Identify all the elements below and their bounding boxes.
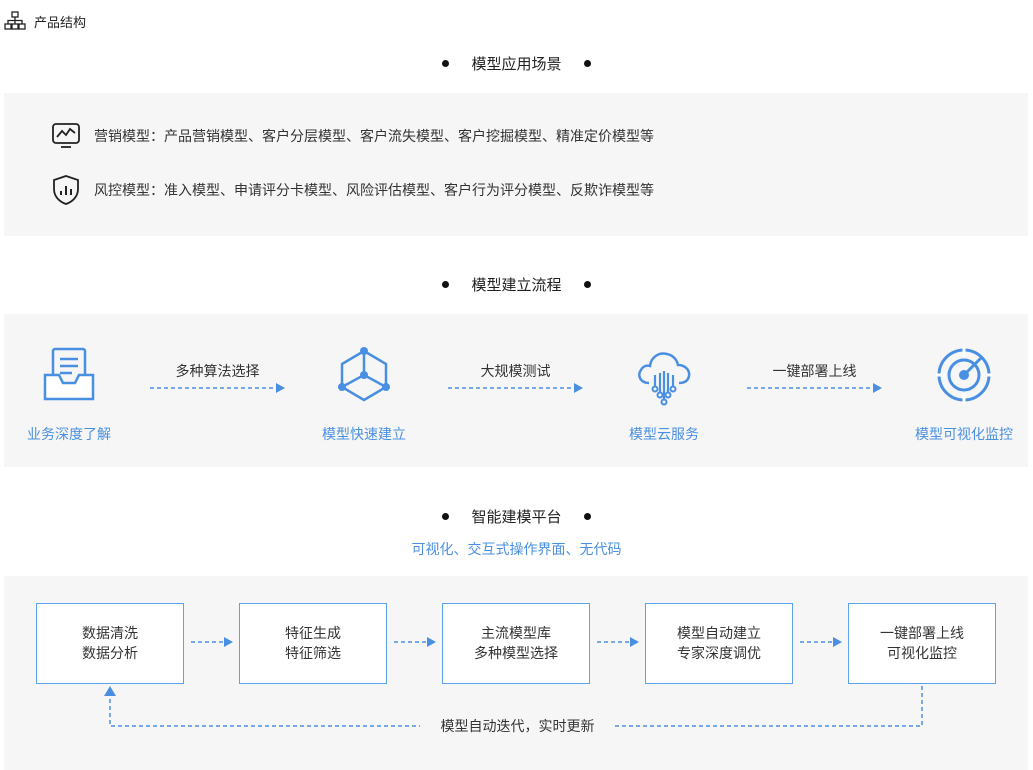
page-title: 产品结构 (34, 15, 87, 31)
platform-box-features: 特征生成 特征筛选 (239, 603, 387, 684)
box-line: 主流模型库 (481, 625, 551, 642)
bullet-dot (583, 281, 591, 288)
process-node-label: 模型可视化监控 (915, 427, 1013, 443)
box-line: 特征生成 (285, 625, 341, 642)
shield-chart-icon (50, 174, 82, 206)
box-line: 多种模型选择 (474, 645, 558, 662)
cloud-circuit-icon (638, 352, 691, 406)
box-line: 数据分析 (82, 645, 138, 662)
platform-box-deploy: 一键部署上线 可视化监控 (848, 603, 996, 684)
dashed-arrow-icon (448, 383, 583, 393)
process-arrow-label: 一键部署上线 (772, 364, 857, 380)
dashed-arrow-icon (597, 637, 639, 647)
scene-text: 风控模型：准入模型、申请评分卡模型、风险评估模型、客户行为评分模型、反欺诈模型等 (94, 183, 654, 199)
process-arrow-label: 大规模测试 (480, 364, 551, 380)
box-line: 模型自动建立 (677, 625, 761, 642)
process-node-business: 业务深度了解 (10, 345, 128, 445)
process-arrow-algorithms: 多种算法选择 (150, 361, 285, 393)
process-node-label: 模型云服务 (629, 427, 699, 443)
process-node-label: 业务深度了解 (27, 427, 111, 443)
scene-row-risk: 风控模型：准入模型、申请评分卡模型、风险评估模型、客户行为评分模型、反欺诈模型等 (50, 174, 654, 206)
page-header: 产品结构 (4, 10, 86, 32)
dashed-arrow-icon (150, 383, 285, 393)
scenes-panel (4, 93, 1028, 236)
process-arrow-label: 多种算法选择 (175, 364, 260, 380)
bullet-dot (583, 60, 591, 67)
process-node-build: 模型快速建立 (305, 345, 423, 445)
dashed-arrow-icon (191, 637, 233, 647)
inbox-document-icon (43, 347, 95, 401)
dashed-arrow-icon (800, 637, 842, 647)
process-arrow-testing: 大规模测试 (448, 361, 583, 393)
box-line: 一键部署上线 (880, 625, 964, 642)
box-line: 专家深度调优 (677, 645, 761, 662)
platform-box-tuning: 模型自动建立 专家深度调优 (645, 603, 793, 684)
chart-monitor-icon (50, 120, 82, 152)
process-node-label: 模型快速建立 (322, 427, 406, 443)
platform-subtitle: 可视化、交互式操作界面、无代码 (411, 542, 622, 558)
process-node-cloud: 模型云服务 (605, 345, 723, 445)
process-node-monitor: 模型可视化监控 (900, 345, 1028, 445)
cube-network-icon (338, 347, 390, 402)
box-line: 特征筛选 (285, 645, 341, 662)
section-title-text: 模型应用场景 (471, 55, 562, 73)
section-title-scenes: 模型应用场景 (0, 53, 1033, 74)
scene-text: 营销模型：产品营销模型、客户分层模型、客户流失模型、客户挖掘模型、精准定价模型等 (94, 129, 654, 145)
dashed-arrow-icon (394, 637, 436, 647)
bullet-dot (442, 281, 450, 288)
radar-icon (936, 347, 992, 403)
scene-row-marketing: 营销模型：产品营销模型、客户分层模型、客户流失模型、客户挖掘模型、精准定价模型等 (50, 120, 654, 152)
platform-box-data: 数据清洗 数据分析 (36, 603, 184, 684)
section-title-text: 模型建立流程 (471, 276, 562, 294)
bullet-dot (442, 60, 450, 67)
loop-label: 模型自动迭代，实时更新 (420, 716, 615, 736)
dashed-arrow-icon (747, 383, 882, 393)
org-chart-icon (4, 11, 26, 30)
bullet-dot (442, 513, 450, 520)
section-title-platform: 智能建模平台 (0, 506, 1033, 527)
process-arrow-deploy: 一键部署上线 (747, 361, 882, 393)
box-line: 数据清洗 (82, 625, 138, 642)
platform-box-models: 主流模型库 多种模型选择 (442, 603, 590, 684)
bullet-dot (583, 513, 591, 520)
section-title-text: 智能建模平台 (471, 508, 562, 526)
section-title-process: 模型建立流程 (0, 274, 1033, 295)
box-line: 可视化监控 (887, 645, 957, 662)
